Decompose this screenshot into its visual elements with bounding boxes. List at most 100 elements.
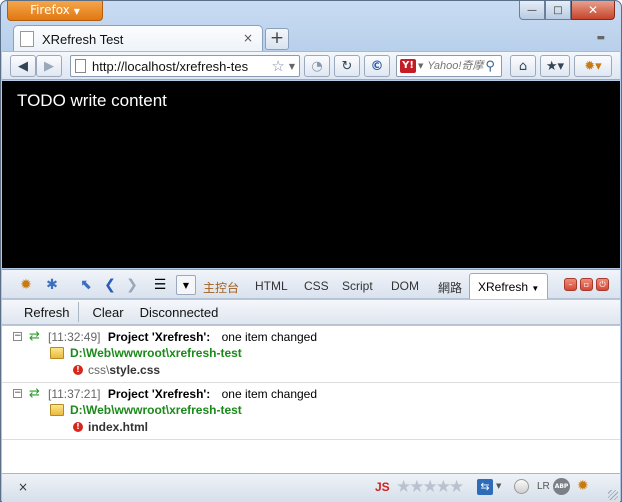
log-entry-header: [11:32:49] Project 'Xrefresh': one item … — [48, 330, 317, 344]
log-project: Project 'Xrefresh': — [107, 330, 211, 344]
bookmarks-icon: ★▾ — [545, 58, 565, 74]
close-addon-bar-icon[interactable]: × — [18, 480, 28, 494]
page-favicon-icon — [20, 31, 34, 47]
tab-title: XRefresh Test — [42, 31, 124, 47]
reload-icon: ↻ — [341, 58, 353, 74]
xrefresh-status-icon[interactable]: ⇆ — [477, 479, 493, 495]
js-status-icon[interactable]: JS — [375, 480, 390, 494]
tab-xrefresh-label: XRefresh — [478, 280, 529, 294]
toolbar-divider — [77, 302, 79, 322]
livereload-circle-icon[interactable] — [514, 479, 529, 494]
connection-status[interactable]: Disconnected — [132, 305, 227, 320]
log-entry: − ⇄ [11:37:21] Project 'Xrefresh': one i… — [2, 383, 620, 440]
new-tab-button[interactable]: + — [265, 28, 289, 50]
panel-list-icon[interactable]: ☰ — [150, 275, 170, 295]
search-input[interactable] — [427, 60, 486, 72]
folder-icon — [50, 347, 64, 359]
url-bar[interactable]: http://localhost/xrefresh-tes ☆ ▼ — [70, 55, 300, 77]
addon-c-button[interactable]: © — [364, 55, 390, 77]
home-icon: ⌂ — [518, 58, 528, 74]
tab-html[interactable]: HTML — [255, 279, 288, 293]
collapse-toggle-icon[interactable]: − — [13, 332, 22, 341]
refresh-button[interactable]: Refresh — [16, 305, 78, 320]
inspect-element-icon[interactable]: ⬉ — [76, 275, 96, 295]
livereload-label[interactable]: LR — [537, 481, 550, 492]
panel-dropdown-icon[interactable]: ▼ — [176, 275, 196, 295]
tab-script[interactable]: Script — [342, 279, 373, 293]
back-button[interactable]: ◀ — [10, 55, 36, 77]
log-file: index.html — [88, 420, 148, 434]
close-icon: ✕ — [587, 3, 599, 17]
window-controls: — □ ✕ — [519, 1, 615, 20]
log-file-name: index.html — [88, 420, 149, 434]
firebug-bug-icon[interactable]: ✱ — [42, 275, 62, 295]
refresh-arrows-icon: ⇄ — [29, 386, 40, 401]
log-entry-header: [11:37:21] Project 'Xrefresh': one item … — [48, 387, 317, 401]
tab-network[interactable]: 網路 — [438, 279, 462, 296]
log-file-dir: css\ — [88, 363, 110, 377]
adblock-icon[interactable]: ABP — [553, 478, 570, 495]
tab-close-icon[interactable]: × — [240, 31, 256, 47]
log-path: D:\Web\wwwroot\xrefresh-test — [70, 403, 242, 417]
nav-back-icon[interactable]: ❮ — [100, 275, 120, 295]
firebug-icon: ✹▾ — [584, 58, 602, 74]
url-text[interactable]: http://localhost/xrefresh-tes — [92, 59, 271, 74]
page-icon — [75, 59, 86, 73]
firebug-menu-icon[interactable]: ✹ — [16, 275, 36, 295]
maximize-button[interactable]: □ — [545, 1, 571, 20]
chevron-down-icon: ▼ — [73, 7, 80, 16]
firefox-menu-label: Firefox — [30, 3, 70, 17]
reload-button[interactable]: ↻ — [334, 55, 360, 77]
log-time: [11:37:21] — [48, 387, 101, 401]
firebug-close-icon[interactable]: ⏻ — [596, 278, 609, 291]
tab-list-chevron-icon[interactable]: ▬ — [596, 33, 605, 43]
refresh-arrows-icon: ⇄ — [29, 329, 40, 344]
minimize-button[interactable]: — — [519, 1, 545, 20]
back-arrow-icon: ◀ — [18, 58, 28, 74]
yahoo-icon[interactable]: Y! — [400, 59, 416, 73]
log-entry: − ⇄ [11:32:49] Project 'Xrefresh': one i… — [2, 326, 620, 383]
firefox-menu-button[interactable]: Firefox ▼ — [7, 1, 103, 21]
log-time: [11:32:49] — [48, 330, 101, 344]
xrefresh-dropdown-icon[interactable]: ▼ — [496, 482, 501, 490]
tab-dom[interactable]: DOM — [391, 279, 419, 293]
navigation-toolbar: ◀ ▶ http://localhost/xrefresh-tes ☆ ▼ ◔ … — [2, 51, 620, 80]
xrefresh-toolbar: Refresh Clear Disconnected — [2, 300, 620, 325]
firebug-detach-icon[interactable]: ▫ — [580, 278, 593, 291]
home-button[interactable]: ⌂ — [510, 55, 536, 77]
firebug-button[interactable]: ✹▾ — [574, 55, 612, 77]
firebug-status-icon[interactable]: ✹ — [577, 478, 589, 494]
log-file-name: style.css — [109, 363, 161, 377]
rating-stars-icon[interactable]: ★★★★★ — [396, 477, 464, 497]
xrefresh-log: − ⇄ [11:32:49] Project 'Xrefresh': one i… — [2, 326, 620, 473]
changed-file-icon: ! — [73, 365, 83, 375]
search-icon[interactable]: ⚲ — [485, 59, 495, 74]
tab-xrefresh[interactable]: XRefresh ▼ — [469, 273, 549, 299]
tab-css[interactable]: CSS — [304, 279, 329, 293]
forward-arrow-icon: ▶ — [44, 58, 54, 74]
nav-forward-icon[interactable]: ❯ — [122, 275, 142, 295]
bookmarks-menu-button[interactable]: ★▾ — [540, 55, 570, 77]
log-project: Project 'Xrefresh': — [107, 387, 211, 401]
rss-icon: ◔ — [311, 58, 323, 74]
tab-console[interactable]: 主控台 — [203, 279, 239, 296]
folder-icon — [50, 404, 64, 416]
search-bar[interactable]: Y! ▼ ⚲ — [396, 55, 502, 77]
firebug-toolbar: ✹ ✱ ⬉ ❮ ❯ ☰ ▼ 主控台 HTML CSS Script DOM 網路… — [2, 269, 620, 299]
minimize-icon: — — [527, 4, 537, 16]
status-bar: × JS ★★★★★ ⇆ ▼ LR ABP ✹ — [2, 473, 620, 502]
close-window-button[interactable]: ✕ — [571, 1, 615, 20]
clear-button[interactable]: Clear — [85, 305, 132, 320]
forward-button[interactable]: ▶ — [36, 55, 62, 77]
log-file: css\style.css — [88, 363, 160, 377]
addon-c-icon: © — [370, 58, 384, 74]
firebug-minimize-icon[interactable]: – — [564, 278, 577, 291]
url-dropdown-icon[interactable]: ▼ — [289, 62, 295, 71]
collapse-toggle-icon[interactable]: − — [13, 389, 22, 398]
resize-grip[interactable] — [608, 490, 618, 500]
tab-xrefresh-test[interactable]: XRefresh Test × — [13, 25, 263, 52]
rss-button[interactable]: ◔ — [304, 55, 330, 77]
bookmark-star-icon[interactable]: ☆ — [271, 57, 284, 75]
search-engine-dropdown-icon[interactable]: ▼ — [418, 62, 423, 70]
log-message: one item changed — [221, 387, 318, 401]
